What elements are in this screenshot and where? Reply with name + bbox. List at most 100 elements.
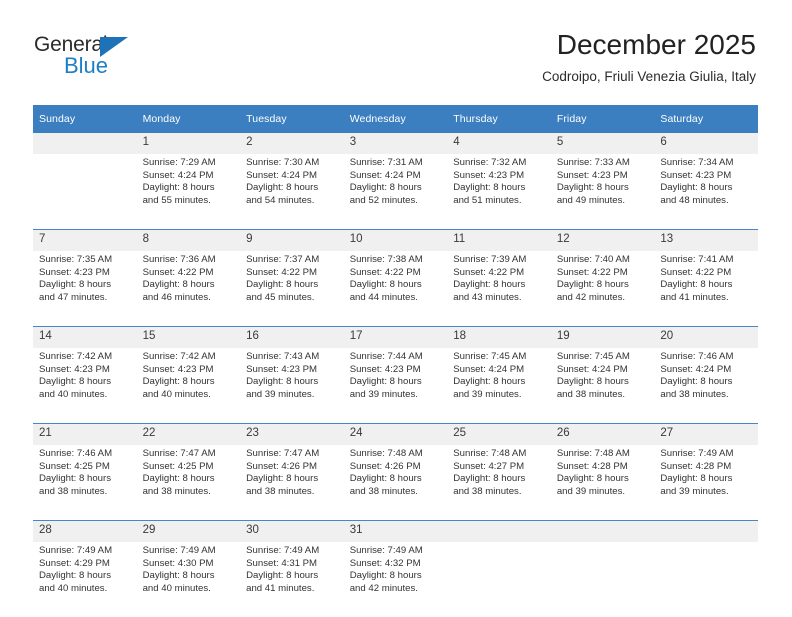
day-detail: Sunrise: 7:42 AM Sunset: 4:23 PM Daylight:… xyxy=(136,348,241,424)
sunset-line: Sunset: 4:22 PM xyxy=(660,266,732,278)
sunset-line: Sunset: 4:23 PM xyxy=(349,363,421,375)
day-number[interactable]: 17 xyxy=(343,326,448,348)
daylight-line-2: and 52 minutes. xyxy=(349,194,418,206)
day-number[interactable]: 12 xyxy=(550,229,655,251)
day-number[interactable]: 23 xyxy=(240,423,344,445)
sunrise-line: Sunrise: 7:35 AM xyxy=(39,254,113,265)
day-number[interactable]: 3 xyxy=(343,133,448,154)
day-number[interactable]: 11 xyxy=(447,229,551,251)
sunset-line: Sunset: 4:23 PM xyxy=(39,363,110,375)
weekday-header-wednesday: Wednesday xyxy=(343,105,448,133)
sunset-line: Sunset: 4:23 PM xyxy=(660,169,732,181)
day-number[interactable]: 8 xyxy=(136,229,241,251)
daylight-line: Daylight: 8 hours xyxy=(142,473,215,485)
sunrise-line: Sunrise: 7:37 AM xyxy=(246,254,320,265)
day-number[interactable]: 26 xyxy=(550,423,655,445)
day-detail-empty xyxy=(33,154,137,230)
day-number[interactable]: 7 xyxy=(33,229,137,251)
daylight-line-2: and 49 minutes. xyxy=(556,194,626,206)
sunrise-line: Sunrise: 7:49 AM xyxy=(660,448,734,459)
daylight-line-2: and 41 minutes. xyxy=(246,582,315,594)
logo-text-blue: Blue xyxy=(64,53,109,78)
calendar-body: 1 2 3 4 5 6 Sunrise: 7:29 AM Sunset: 4:24 PM Day… xyxy=(33,133,758,617)
week-3-details: Sunrise: 7:42 AM Sunset: 4:23 PM Daylight:… xyxy=(33,348,758,424)
day-number[interactable]: 9 xyxy=(240,229,344,251)
daylight-line: Daylight: 8 hours xyxy=(349,473,422,485)
day-detail: Sunrise: 7:44 AM Sunset: 4:23 PM Daylight:… xyxy=(343,348,448,424)
daylight-line-2: and 40 minutes. xyxy=(39,388,108,400)
day-detail: Sunrise: 7:40 AM Sunset: 4:22 PM Daylight:… xyxy=(550,251,655,327)
day-number[interactable]: 22 xyxy=(136,423,241,445)
sunrise-line: Sunrise: 7:49 AM xyxy=(349,545,423,556)
daylight-line: Daylight: 8 hours xyxy=(453,376,526,388)
day-number[interactable]: 30 xyxy=(240,520,344,542)
sunrise-line: Sunrise: 7:45 AM xyxy=(556,351,630,362)
day-number[interactable]: 31 xyxy=(343,520,448,542)
day-detail: Sunrise: 7:48 AM Sunset: 4:28 PM Daylight:… xyxy=(550,445,655,521)
day-number[interactable]: 25 xyxy=(447,423,551,445)
sunrise-line: Sunrise: 7:48 AM xyxy=(453,448,527,459)
day-number[interactable]: 6 xyxy=(654,133,758,154)
week-4-daynumbers: 21 22 23 24 25 26 27 xyxy=(33,423,758,445)
day-number[interactable]: 5 xyxy=(550,133,655,154)
daylight-line: Daylight: 8 hours xyxy=(246,279,319,291)
day-number[interactable]: 15 xyxy=(136,326,241,348)
day-detail: Sunrise: 7:36 AM Sunset: 4:22 PM Daylight:… xyxy=(136,251,241,327)
weekday-header-thursday: Thursday xyxy=(447,105,551,133)
day-number[interactable]: 1 xyxy=(136,133,241,154)
day-number[interactable]: 10 xyxy=(343,229,448,251)
day-number[interactable]: 29 xyxy=(136,520,241,542)
day-number[interactable]: 24 xyxy=(343,423,448,445)
day-detail: Sunrise: 7:47 AM Sunset: 4:26 PM Daylight:… xyxy=(240,445,344,521)
daylight-line: Daylight: 8 hours xyxy=(349,182,422,194)
weekday-header-saturday: Saturday xyxy=(654,105,758,133)
day-number[interactable]: 28 xyxy=(33,520,137,542)
day-number[interactable]: 18 xyxy=(447,326,551,348)
daylight-line-2: and 39 minutes. xyxy=(660,485,729,497)
day-detail: Sunrise: 7:46 AM Sunset: 4:25 PM Daylight:… xyxy=(33,445,137,521)
day-detail: Sunrise: 7:41 AM Sunset: 4:22 PM Daylight:… xyxy=(654,251,758,327)
day-number[interactable]: 21 xyxy=(33,423,137,445)
day-detail: Sunrise: 7:47 AM Sunset: 4:25 PM Daylight:… xyxy=(136,445,241,521)
week-4-details: Sunrise: 7:46 AM Sunset: 4:25 PM Daylight:… xyxy=(33,445,758,521)
daylight-line-2: and 38 minutes. xyxy=(349,485,418,497)
day-number[interactable]: 16 xyxy=(240,326,344,348)
day-number[interactable]: 14 xyxy=(33,326,137,348)
sunset-line: Sunset: 4:28 PM xyxy=(556,460,628,472)
daylight-line: Daylight: 8 hours xyxy=(660,376,733,388)
day-number[interactable]: 19 xyxy=(550,326,655,348)
day-number[interactable]: 27 xyxy=(654,423,758,445)
page-header: General Blue December 2025 Codroipo, Fri… xyxy=(0,0,792,100)
day-detail: Sunrise: 7:31 AM Sunset: 4:24 PM Daylight:… xyxy=(343,154,448,230)
day-detail: Sunrise: 7:39 AM Sunset: 4:22 PM Daylight:… xyxy=(447,251,551,327)
sunrise-line: Sunrise: 7:43 AM xyxy=(246,351,320,362)
day-detail: Sunrise: 7:49 AM Sunset: 4:31 PM Daylight:… xyxy=(240,542,344,617)
sunrise-line: Sunrise: 7:48 AM xyxy=(349,448,423,459)
day-detail: Sunrise: 7:48 AM Sunset: 4:27 PM Daylight:… xyxy=(447,445,551,521)
sunset-line: Sunset: 4:24 PM xyxy=(453,363,525,375)
daylight-line-2: and 46 minutes. xyxy=(142,291,211,303)
daylight-line: Daylight: 8 hours xyxy=(246,376,319,388)
day-detail: Sunrise: 7:29 AM Sunset: 4:24 PM Daylight:… xyxy=(136,154,241,230)
day-number[interactable]: 20 xyxy=(654,326,758,348)
sunset-line: Sunset: 4:24 PM xyxy=(246,169,318,181)
day-number[interactable]: 13 xyxy=(654,229,758,251)
day-detail: Sunrise: 7:45 AM Sunset: 4:24 PM Daylight:… xyxy=(447,348,551,424)
sunrise-line: Sunrise: 7:34 AM xyxy=(660,157,734,168)
daylight-line-2: and 39 minutes. xyxy=(453,388,522,400)
week-1-details: Sunrise: 7:29 AM Sunset: 4:24 PM Daylight:… xyxy=(33,154,758,230)
day-detail: Sunrise: 7:49 AM Sunset: 4:32 PM Daylight:… xyxy=(343,542,448,617)
daylight-line-2: and 38 minutes. xyxy=(556,388,626,400)
week-2-details: Sunrise: 7:35 AM Sunset: 4:23 PM Daylight:… xyxy=(33,251,758,327)
daylight-line: Daylight: 8 hours xyxy=(660,279,733,291)
day-number[interactable]: 2 xyxy=(240,133,344,154)
daylight-line-2: and 48 minutes. xyxy=(660,194,729,206)
sunset-line: Sunset: 4:22 PM xyxy=(349,266,421,278)
day-detail: Sunrise: 7:38 AM Sunset: 4:22 PM Daylight:… xyxy=(343,251,448,327)
day-number[interactable]: 4 xyxy=(447,133,551,154)
calendar-page: General Blue December 2025 Codroipo, Fri… xyxy=(0,0,792,617)
daylight-line-2: and 41 minutes. xyxy=(660,291,729,303)
day-cell-empty xyxy=(654,520,758,542)
general-blue-logo[interactable]: General Blue xyxy=(34,33,174,83)
week-3-daynumbers: 14 15 16 17 18 19 20 xyxy=(33,326,758,348)
